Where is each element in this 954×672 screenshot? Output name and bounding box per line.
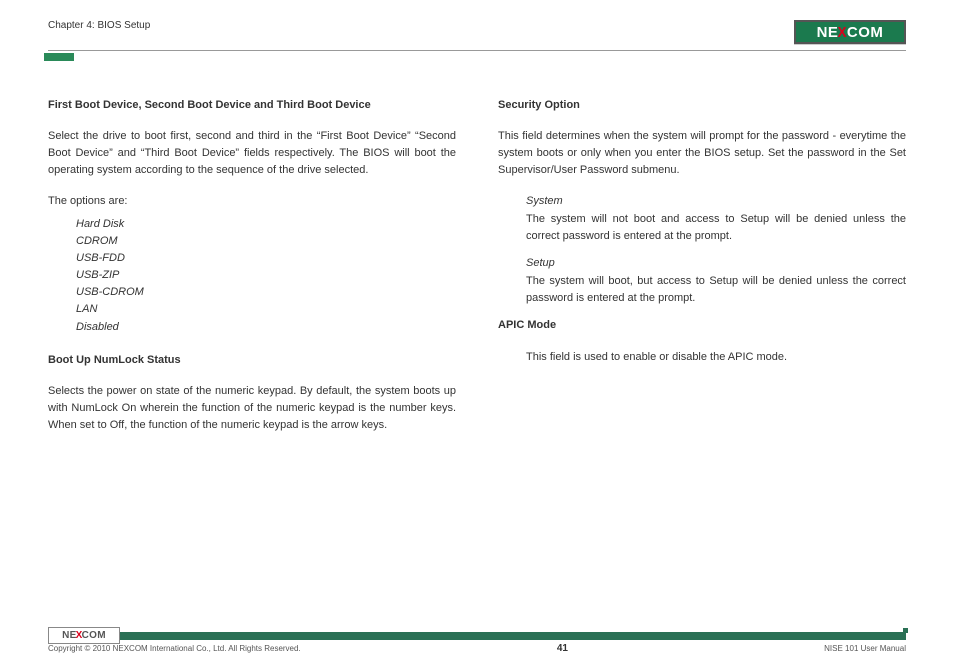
option-item: CDROM — [76, 233, 456, 250]
apic-text: This field is used to enable or disable … — [526, 349, 906, 366]
page-header: Chapter 4: BIOS Setup NEXCOM — [48, 20, 906, 44]
chapter-label: Chapter 4: BIOS Setup — [48, 20, 150, 31]
page-footer: NEXCOM Copyright © 2010 NEXCOM Internati… — [48, 632, 906, 654]
setup-option-block: Setup The system will boot, but access t… — [526, 255, 906, 307]
option-item: LAN — [76, 301, 456, 318]
logo-text-post: COM — [847, 24, 884, 41]
system-option-block: System The system will not boot and acce… — [526, 193, 906, 245]
left-column: First Boot Device, Second Boot Device an… — [48, 97, 456, 448]
boot-device-heading: First Boot Device, Second Boot Device an… — [48, 97, 456, 114]
options-intro: The options are: — [48, 193, 456, 210]
footer-decoration-icon — [890, 628, 908, 642]
footer-bar: NEXCOM — [48, 632, 906, 640]
numlock-paragraph: Selects the power on state of the numeri… — [48, 383, 456, 434]
system-label: System — [526, 193, 906, 210]
logo-text-post: COM — [82, 630, 106, 641]
copyright-text: Copyright © 2010 NEXCOM International Co… — [48, 644, 301, 653]
option-item: USB-ZIP — [76, 267, 456, 284]
page-number: 41 — [557, 643, 568, 654]
manual-name: NISE 101 User Manual — [824, 644, 906, 653]
security-paragraph: This field determines when the system wi… — [498, 128, 906, 179]
square-icon — [903, 628, 908, 633]
accent-bar — [44, 53, 74, 61]
option-item: Disabled — [76, 319, 456, 336]
content-area: First Boot Device, Second Boot Device an… — [48, 97, 906, 448]
option-item: Hard Disk — [76, 216, 456, 233]
option-item: USB-CDROM — [76, 284, 456, 301]
system-text: The system will not boot and access to S… — [526, 211, 906, 245]
security-heading: Security Option — [498, 97, 906, 114]
logo-x-icon: X — [838, 24, 847, 41]
logo-text-pre: NE — [817, 24, 839, 41]
boot-device-paragraph: Select the drive to boot first, second a… — [48, 128, 456, 179]
option-item: USB-FDD — [76, 250, 456, 267]
apic-heading: APIC Mode — [498, 317, 906, 334]
nexcom-logo-footer: NEXCOM — [48, 627, 120, 644]
nexcom-logo-top: NEXCOM — [794, 20, 906, 44]
right-column: Security Option This field determines wh… — [498, 97, 906, 448]
boot-options-list: Hard Disk CDROM USB-FDD USB-ZIP USB-CDRO… — [76, 216, 456, 335]
header-divider — [48, 50, 906, 51]
logo-text-pre: NE — [62, 630, 77, 641]
footer-row: Copyright © 2010 NEXCOM International Co… — [48, 643, 906, 654]
setup-text: The system will boot, but access to Setu… — [526, 273, 906, 307]
setup-label: Setup — [526, 255, 906, 272]
numlock-heading: Boot Up NumLock Status — [48, 352, 456, 369]
